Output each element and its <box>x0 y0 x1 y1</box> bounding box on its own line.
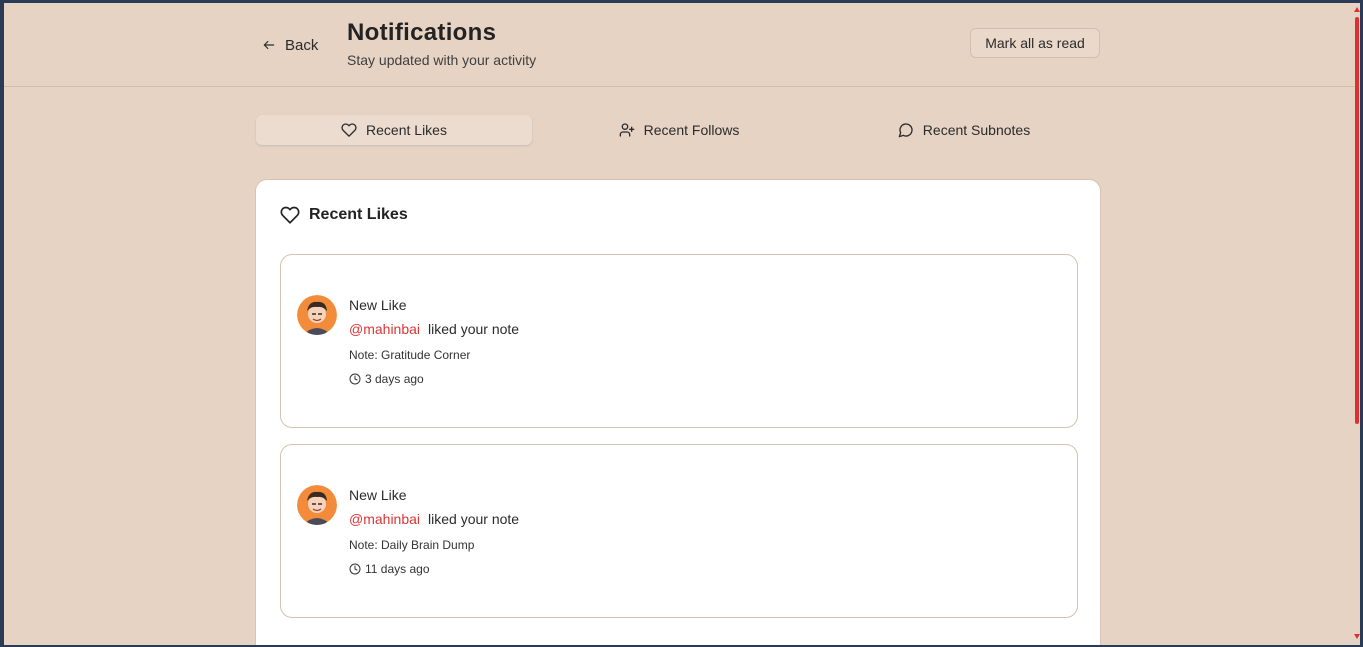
message-circle-icon <box>898 123 913 138</box>
notification-message: @mahinbai liked your note <box>349 321 519 337</box>
page-subtitle: Stay updated with your activity <box>347 52 537 68</box>
notification-action: liked your note <box>428 511 520 527</box>
user-plus-icon <box>619 123 634 137</box>
notification-item[interactable]: New Like @mahinbai liked your note Note: … <box>280 254 1078 428</box>
back-label: Back <box>285 36 319 54</box>
scrollbar-thumb[interactable] <box>1355 17 1359 424</box>
mark-all-read-button[interactable]: Mark all as read <box>970 28 1100 58</box>
notification-action: liked your note <box>428 321 520 337</box>
heart-icon <box>280 206 300 224</box>
page-header: Back Notifications Stay updated with you… <box>4 3 1355 87</box>
heart-icon <box>341 123 357 137</box>
scroll-down-arrow-icon[interactable] <box>1354 634 1360 639</box>
clock-icon <box>349 563 361 575</box>
back-button[interactable]: Back <box>262 34 318 56</box>
tab-label: Recent Follows <box>643 122 740 138</box>
clock-icon <box>349 373 361 385</box>
tab-recent-likes[interactable]: Recent Likes <box>256 115 532 145</box>
notification-title: New Like <box>349 487 407 503</box>
tab-label: Recent Subnotes <box>922 122 1031 138</box>
avatar[interactable] <box>297 485 337 525</box>
notification-title: New Like <box>349 297 407 313</box>
app-window: Back Notifications Stay updated with you… <box>4 3 1355 645</box>
tab-label: Recent Likes <box>366 122 447 138</box>
panel-heading: Recent Likes <box>280 205 408 225</box>
notification-tabs: Recent Likes Recent Follows Recent Subno… <box>256 115 1102 145</box>
user-avatar-illustration <box>297 295 337 335</box>
note-reference: Note: Daily Brain Dump <box>349 538 475 552</box>
tab-recent-subnotes[interactable]: Recent Subnotes <box>826 115 1102 145</box>
panel-title: Recent Likes <box>309 206 408 223</box>
page-title: Notifications <box>347 19 497 46</box>
notification-item[interactable]: New Like @mahinbai liked your note Note: … <box>280 444 1078 618</box>
time-label: 3 days ago <box>365 372 424 386</box>
avatar[interactable] <box>297 295 337 335</box>
note-reference: Note: Gratitude Corner <box>349 348 471 362</box>
scroll-up-arrow-icon[interactable] <box>1354 7 1360 12</box>
notification-time: 3 days ago <box>349 372 424 386</box>
username-link[interactable]: @mahinbai <box>349 321 420 337</box>
user-avatar-illustration <box>297 485 337 525</box>
arrow-left-icon <box>263 40 275 50</box>
time-label: 11 days ago <box>365 562 430 576</box>
username-link[interactable]: @mahinbai <box>349 511 420 527</box>
recent-likes-panel: Recent Likes New Like @mahinbai liked you… <box>255 179 1101 645</box>
vertical-scrollbar[interactable] <box>1354 3 1360 645</box>
notification-message: @mahinbai liked your note <box>349 511 519 527</box>
notification-time: 11 days ago <box>349 562 430 576</box>
tab-recent-follows[interactable]: Recent Follows <box>541 115 817 145</box>
